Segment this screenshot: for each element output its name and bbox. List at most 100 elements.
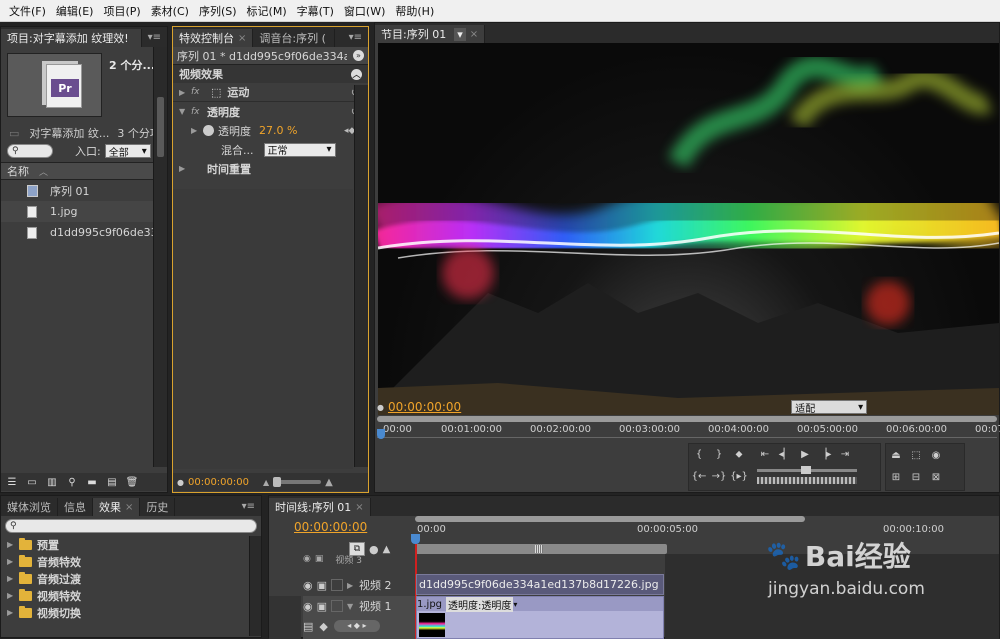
collapse-triangle-icon[interactable]: ▼ <box>179 107 191 116</box>
folder-video-effects[interactable]: ▶ 视频特效 <box>1 587 261 604</box>
folder-audio-effects[interactable]: ▶ 音频特效 <box>1 553 261 570</box>
close-icon[interactable]: × <box>470 29 478 40</box>
go-to-out-icon[interactable]: ⇥ <box>835 445 855 463</box>
eye-icon[interactable]: ◉ <box>303 579 313 592</box>
new-item-icon[interactable]: ▤ <box>103 474 121 490</box>
zoom-slider[interactable] <box>273 477 322 487</box>
project-scrollbar[interactable] <box>153 47 167 467</box>
expand-triangle-icon[interactable]: ▶ <box>191 126 203 135</box>
effects-scrollbar[interactable] <box>354 85 368 467</box>
panel-menu-icon[interactable]: ▾≡ <box>142 32 167 43</box>
close-icon[interactable]: × <box>238 33 246 44</box>
eye-icon[interactable]: ◉ <box>303 554 311 564</box>
expand-icon[interactable]: » <box>353 50 364 61</box>
work-area-bar[interactable] <box>415 544 667 554</box>
list-item[interactable]: 序列 01 <box>1 180 153 201</box>
go-to-prev-edit-icon[interactable]: {← <box>689 467 709 485</box>
go-to-next-edit-icon[interactable]: →} <box>709 467 729 485</box>
step-back-icon[interactable]: ◂▏ <box>775 445 795 463</box>
add-marker-icon[interactable]: ▲ <box>383 544 391 555</box>
expand-triangle-icon[interactable]: ▶ <box>7 574 19 583</box>
tab-timeline[interactable]: 时间线:序列 01 × <box>269 498 371 516</box>
go-to-in-icon[interactable]: ⇤ <box>755 445 775 463</box>
menu-marker[interactable]: 标记(M) <box>242 3 292 19</box>
effect-motion[interactable]: ▶ fx ⬚ 运动 ↺ <box>173 83 368 102</box>
menu-file[interactable]: 文件(F) <box>4 3 51 19</box>
play-in-to-out-icon[interactable]: {▸} <box>729 467 749 485</box>
chevron-down-icon[interactable]: ▾ <box>513 600 517 609</box>
lock-box-icon[interactable] <box>331 579 344 591</box>
stopwatch-icon[interactable] <box>203 125 214 136</box>
timeline-timecode[interactable]: 00:00:00:00 <box>294 520 367 534</box>
tab-project[interactable]: 项目:对字幕添加 纹理效! <box>1 29 142 47</box>
zoom-in-icon[interactable]: ▲ <box>325 477 333 488</box>
tab-media-browser[interactable]: 媒体浏览 <box>1 498 58 516</box>
eye-icon[interactable]: ◉ <box>303 600 313 613</box>
shuttle-slider[interactable] <box>757 466 857 486</box>
mark-out-icon[interactable]: } <box>709 445 729 463</box>
close-icon[interactable]: × <box>355 502 363 513</box>
program-time-ruler[interactable]: 00:00 00:01:00:00 00:02:00:00 00:03:00:0… <box>377 424 1000 438</box>
output-icon[interactable]: ◉ <box>926 446 946 464</box>
expand-triangle-icon[interactable]: ▶ <box>179 164 191 173</box>
effects-search-input[interactable]: ⚲ <box>5 519 257 533</box>
expand-triangle-icon[interactable]: ▶ <box>7 557 19 566</box>
folder-video-transitions[interactable]: ▶ 视频切换 <box>1 604 261 621</box>
overlay-icon[interactable]: ⊟ <box>906 468 926 486</box>
new-bin-icon[interactable]: ▬ <box>83 474 101 490</box>
collapse-triangle-icon[interactable]: ▼ <box>347 602 359 611</box>
film-icon[interactable]: ▣ <box>317 579 327 592</box>
timeline-scroll-top[interactable] <box>415 516 805 522</box>
menu-help[interactable]: 帮助(H) <box>390 3 439 19</box>
film-icon[interactable]: ▣ <box>315 554 324 564</box>
effect-opacity[interactable]: ▼ fx 透明度 ↺ <box>173 102 368 121</box>
menu-window[interactable]: 窗口(W) <box>339 3 390 19</box>
tab-history[interactable]: 历史 <box>140 498 176 516</box>
expand-triangle-icon[interactable]: ▶ <box>347 581 359 590</box>
panel-menu-icon[interactable]: ▾≡ <box>236 501 261 512</box>
display-style-icon[interactable]: ▤ <box>303 620 313 633</box>
trim-icon[interactable]: ⊞ <box>886 468 906 486</box>
expand-triangle-icon[interactable]: ▶ <box>7 540 19 549</box>
list-item[interactable]: d1dd995c9f06de334a1 <box>1 222 153 243</box>
clip-video2[interactable]: d1dd995c9f06de334a1ed137b8d17226.jpg <box>416 574 664 595</box>
folder-audio-transitions[interactable]: ▶ 音频过渡 <box>1 570 261 587</box>
menu-project[interactable]: 项目(P) <box>98 3 145 19</box>
expand-triangle-icon[interactable]: ▶ <box>179 88 191 97</box>
keyframe-icon[interactable]: ◆ <box>319 620 327 633</box>
marker-icon[interactable]: ⬥ <box>729 445 749 463</box>
lift-icon[interactable]: ⏏ <box>886 446 906 464</box>
name-column-header[interactable]: 名称 ︿ <box>1 162 153 180</box>
tab-audio-mixer[interactable]: 调音台:序列 ( <box>253 29 336 47</box>
entry-dropdown[interactable]: 全部 ▾ <box>104 144 151 159</box>
menu-clip[interactable]: 素材(C) <box>146 3 194 19</box>
effects-browser-scrollbar[interactable] <box>249 536 261 636</box>
play-icon[interactable]: ▶ <box>795 445 815 463</box>
program-scroll-bar[interactable] <box>377 416 997 422</box>
step-forward-icon[interactable]: ▕▸ <box>815 445 835 463</box>
export-frame-icon[interactable]: ⊠ <box>926 468 946 486</box>
opacity-value[interactable]: 27.0 % <box>259 124 297 137</box>
effect-time-remap[interactable]: ▶ 时间重置 <box>173 159 368 178</box>
collapse-icon[interactable]: ︿ <box>351 68 362 80</box>
folder-presets[interactable]: ▶ 预置 <box>1 536 261 553</box>
list-view-icon[interactable]: ☰ <box>3 474 21 490</box>
program-timecode[interactable]: 00:00:00:00 <box>388 400 461 414</box>
find-icon[interactable]: ⚲ <box>63 474 81 490</box>
menu-edit[interactable]: 编辑(E) <box>51 3 99 19</box>
tab-effect-controls[interactable]: 特效控制台 × <box>173 29 254 47</box>
list-item[interactable]: 1.jpg <box>1 201 153 222</box>
film-icon[interactable]: ▣ <box>317 600 327 613</box>
expand-triangle-icon[interactable]: ▶ <box>7 608 19 617</box>
expand-triangle-icon[interactable]: ▶ <box>7 591 19 600</box>
safe-margins-icon[interactable]: ⬚ <box>906 446 926 464</box>
fit-dropdown[interactable]: 适配 ▾ <box>791 400 868 415</box>
trash-icon[interactable]: 🗑 <box>123 474 141 490</box>
blend-mode-dropdown[interactable]: 正常 ▾ <box>263 142 336 157</box>
project-search-input[interactable]: ⚲ <box>7 144 53 158</box>
menu-sequence[interactable]: 序列(S) <box>194 3 242 19</box>
tab-info[interactable]: 信息 <box>58 498 93 516</box>
lock-box-icon[interactable] <box>331 600 344 612</box>
panel-menu-icon[interactable]: ▾≡ <box>343 32 368 43</box>
effect-timecode[interactable]: 00:00:00:00 <box>188 477 249 488</box>
